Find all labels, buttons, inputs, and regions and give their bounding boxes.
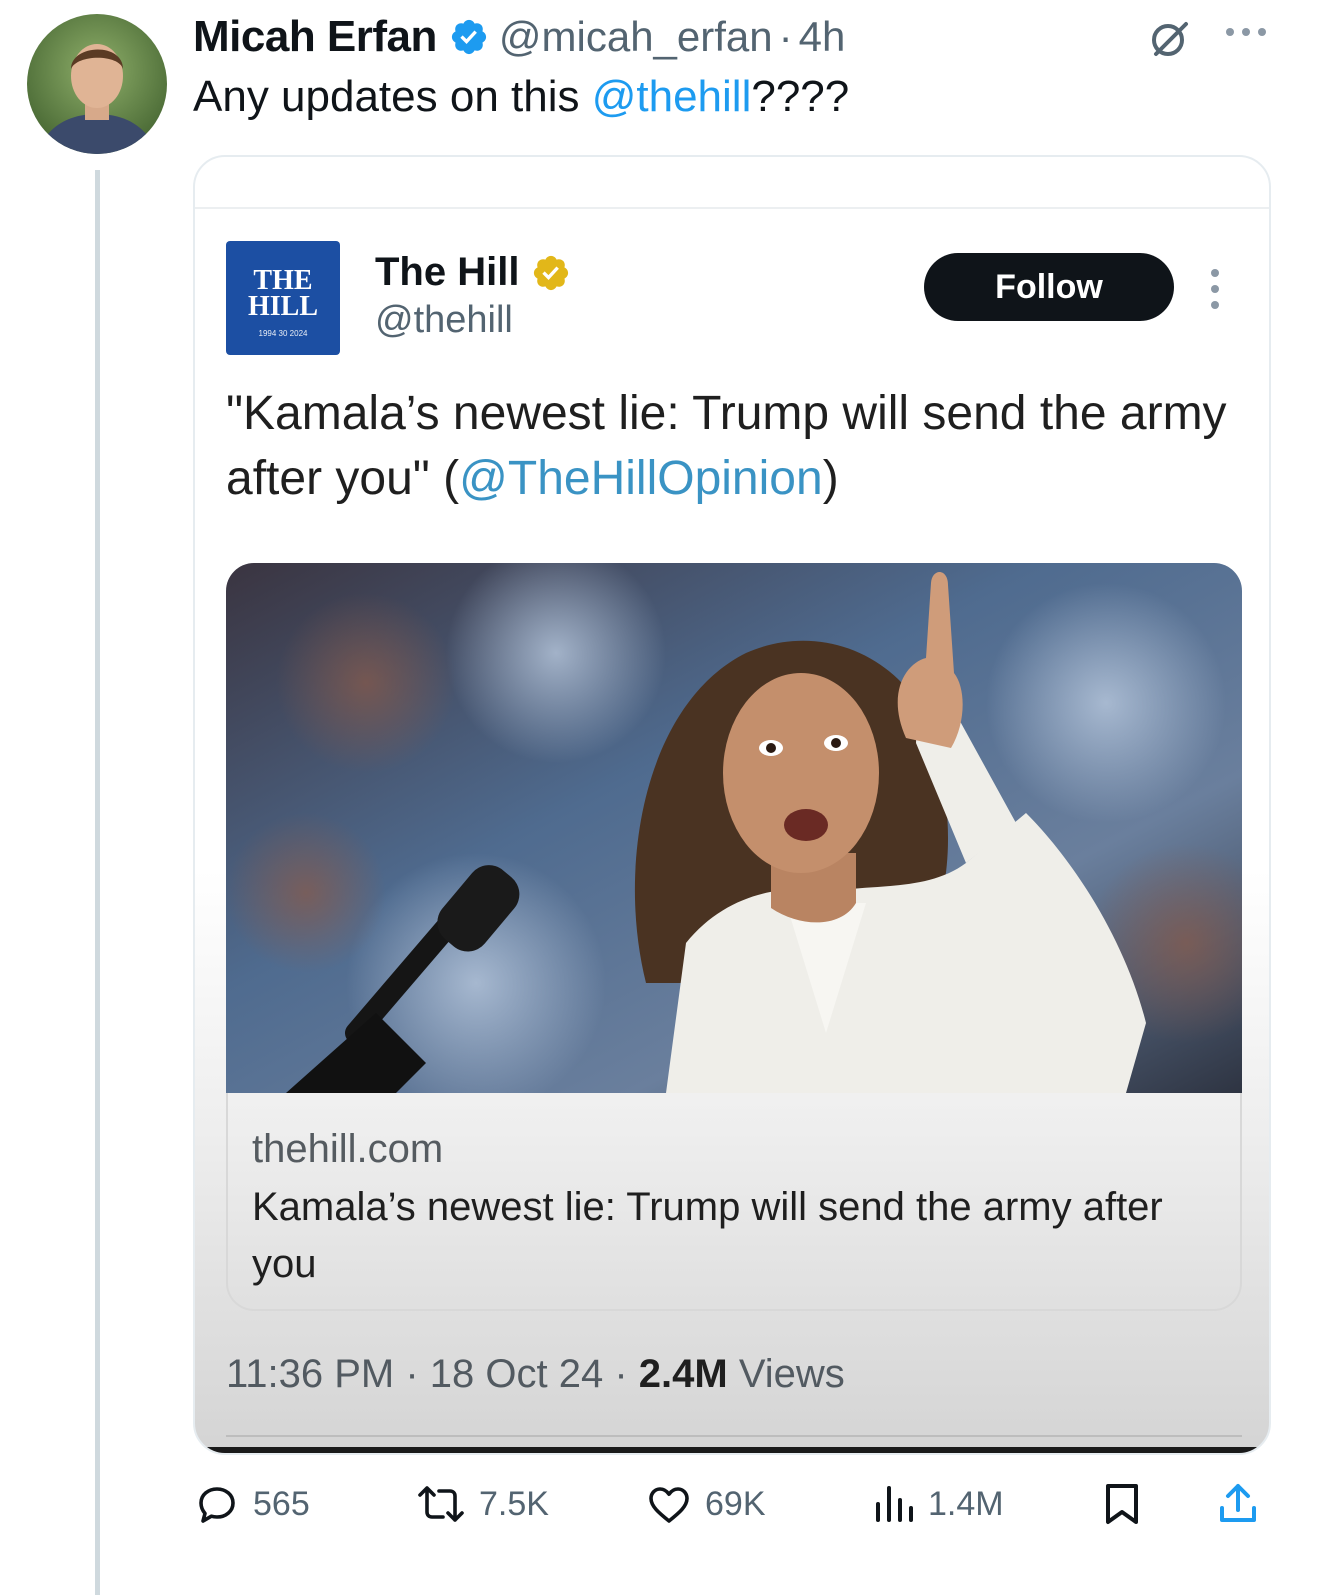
thread-line — [95, 170, 100, 1595]
separator-dot: · — [603, 1352, 639, 1396]
tweet-text: Any updates on this @thehill???? — [193, 72, 849, 122]
author-handle[interactable]: @micah_erfan — [499, 13, 773, 61]
vertical-more-icon[interactable] — [1207, 267, 1223, 316]
tweet-header: Micah Erfan @micah_erfan · 4h — [193, 12, 845, 62]
quoted-date: 18 Oct 24 — [429, 1352, 604, 1396]
tweet-text-before: Any updates on this — [193, 72, 592, 121]
quoted-author-name-label: The Hill — [375, 250, 520, 294]
reply-count: 565 — [253, 1484, 310, 1523]
separator-dot: · — [394, 1352, 430, 1396]
views-button[interactable]: 1.4M — [872, 1480, 1004, 1528]
link-title: Kamala’s newest lie: Trump will send the… — [252, 1185, 1163, 1286]
verified-badge-icon[interactable] — [449, 17, 489, 57]
article-photo[interactable] — [226, 563, 1242, 1093]
quoted-time: 11:36 PM — [226, 1352, 395, 1396]
quoted-text-after: ) — [822, 452, 839, 505]
views-count: 1.4M — [928, 1484, 1004, 1523]
repost-icon — [418, 1486, 464, 1522]
separator-dot: · — [778, 13, 793, 60]
share-icon — [1220, 1484, 1256, 1522]
like-count: 69K — [705, 1484, 766, 1523]
quoted-author-handle[interactable]: @thehill — [375, 299, 513, 342]
like-icon — [649, 1487, 689, 1523]
mention-link[interactable]: @thehill — [592, 72, 752, 121]
gold-verified-badge-icon — [534, 255, 569, 290]
repost-button[interactable]: 7.5K — [415, 1480, 549, 1528]
reply-icon — [199, 1487, 235, 1523]
quoted-views-label: Views — [727, 1352, 845, 1396]
bookmark-button[interactable] — [1100, 1480, 1156, 1528]
views-icon — [876, 1486, 913, 1522]
logo-subtext: 1994 30 2024 — [258, 329, 308, 338]
link-domain: thehill.com — [252, 1127, 444, 1171]
like-button[interactable]: 69K — [645, 1480, 766, 1528]
quoted-mention-link[interactable]: @TheHillOpinion — [459, 452, 823, 505]
avatar[interactable] — [27, 14, 167, 154]
reply-button[interactable]: 565 — [193, 1480, 310, 1528]
author-name[interactable]: Micah Erfan — [193, 12, 437, 62]
follow-button[interactable]: Follow — [924, 253, 1174, 321]
quoted-views-count: 2.4M — [638, 1352, 728, 1396]
divider — [226, 1435, 1242, 1437]
logo-text: HILL — [247, 291, 319, 322]
timestamp[interactable]: 4h — [799, 13, 846, 61]
tweet-text-after: ???? — [751, 72, 850, 121]
bookmark-icon — [1106, 1484, 1138, 1524]
share-button[interactable] — [1214, 1480, 1274, 1528]
quoted-tweet-text: "Kamala’s newest lie: Trump will send th… — [226, 381, 1236, 511]
repost-count: 7.5K — [479, 1484, 549, 1523]
quoted-meta: 11:36 PM · 18 Oct 24 · 2.4M Views — [226, 1352, 845, 1397]
quoted-author-name[interactable]: The Hill — [375, 250, 571, 295]
grok-icon[interactable] — [1148, 16, 1192, 65]
action-bar: 565 7.5K 69K 1.4M — [0, 1480, 1320, 1540]
more-icon[interactable] — [1223, 22, 1269, 47]
divider — [195, 1447, 1269, 1453]
link-preview-card[interactable]: thehill.com Kamala’s newest lie: Trump w… — [226, 1093, 1242, 1311]
the-hill-logo[interactable]: THE HILL 1994 30 2024 — [226, 241, 340, 355]
divider — [195, 207, 1269, 209]
quoted-tweet-image[interactable]: THE HILL 1994 30 2024 The Hill @thehill … — [193, 155, 1271, 1455]
